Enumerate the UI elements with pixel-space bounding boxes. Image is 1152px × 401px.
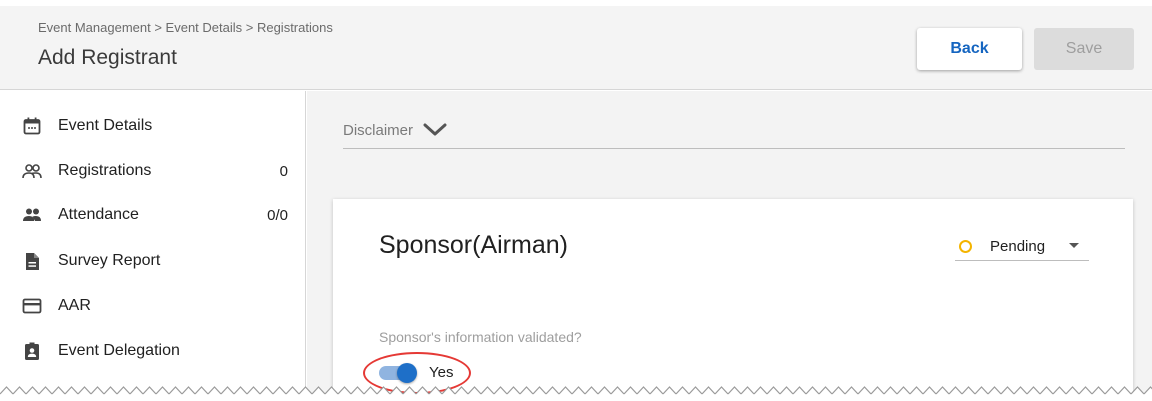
validated-toggle[interactable] — [377, 363, 417, 383]
sidebar-item-survey-report[interactable]: Survey Report — [22, 248, 292, 274]
people-outline-icon — [22, 161, 42, 181]
sidebar-item-event-details[interactable]: Event Details — [22, 113, 292, 139]
breadcrumb[interactable]: Event Management > Event Details > Regis… — [38, 20, 333, 35]
sidebar-item-aar[interactable]: AAR — [22, 293, 292, 319]
validated-question: Sponsor's information validated? — [379, 329, 582, 345]
card-icon — [22, 296, 42, 316]
sidebar-item-registrations[interactable]: Registrations 0 — [22, 158, 292, 184]
sidebar-item-label: Event Delegation — [58, 342, 180, 359]
sidebar-item-label: Survey Report — [58, 252, 161, 269]
sidebar-item-label: AAR — [58, 297, 91, 314]
page-title: Add Registrant — [38, 46, 177, 69]
status-value: Pending — [990, 238, 1046, 255]
people-filled-icon — [22, 205, 42, 225]
status-pending-icon — [959, 240, 972, 253]
toggle-thumb — [397, 363, 417, 383]
card-title: Sponsor(Airman) — [379, 231, 568, 259]
disclaimer-expander[interactable]: Disclaimer — [343, 117, 1125, 149]
sponsor-card: Sponsor(Airman) Pending Sponsor's inform… — [333, 199, 1133, 401]
sidebar-item-label: Attendance — [58, 206, 139, 223]
sidebar-item-event-delegation[interactable]: Event Delegation — [22, 338, 292, 364]
sidebar: Event Details Registrations 0 Attendance… — [0, 91, 306, 401]
torn-edge — [0, 381, 1152, 401]
disclaimer-label: Disclaimer — [343, 122, 414, 139]
toggle-label: Yes — [429, 364, 454, 381]
main-content: Disclaimer Sponsor(Airman) Pending Spons… — [307, 91, 1152, 401]
caret-down-icon — [1069, 243, 1079, 248]
badge-icon — [22, 341, 42, 361]
chevron-down-icon[interactable] — [423, 123, 447, 142]
sidebar-item-label: Event Details — [58, 117, 153, 134]
sidebar-item-label: Registrations — [58, 162, 152, 179]
save-button[interactable]: Save — [1034, 28, 1134, 70]
document-icon — [22, 251, 42, 271]
attendance-count: 0/0 — [267, 206, 288, 224]
status-dropdown[interactable]: Pending — [955, 233, 1089, 261]
page-header: Event Management > Event Details > Regis… — [0, 6, 1152, 90]
calendar-icon — [22, 116, 42, 136]
back-button[interactable]: Back — [917, 28, 1022, 70]
sidebar-item-attendance[interactable]: Attendance 0/0 — [22, 202, 292, 228]
registrations-count: 0 — [279, 162, 288, 180]
